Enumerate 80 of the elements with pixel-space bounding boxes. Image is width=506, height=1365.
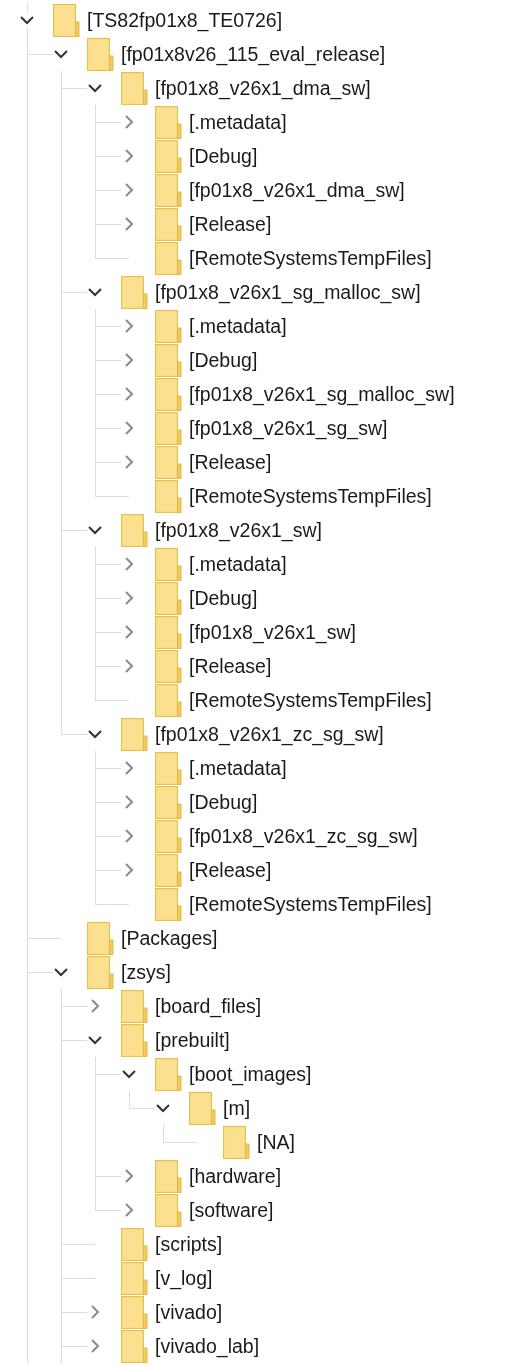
folder-icon (155, 1193, 182, 1227)
folder-name[interactable]: [vivado_lab] (155, 1334, 260, 1358)
folder-icon (155, 1159, 182, 1193)
folder-name[interactable]: [RemoteSystemsTempFiles] (189, 688, 432, 712)
folder-icon (155, 683, 182, 717)
folder-name[interactable]: [Debug] (189, 586, 258, 610)
folder-name[interactable]: [fp01x8_v26x1_dma_sw] (155, 76, 371, 100)
folder-name[interactable]: [TS82fp01x8_TE0726] (87, 8, 283, 32)
folder-name[interactable]: [hardware] (189, 1164, 282, 1188)
folder-name[interactable]: [m] (223, 1096, 251, 1120)
folder-name[interactable]: [Release] (189, 858, 272, 882)
folder-name[interactable]: [fp01x8_v26x1_zc_sg_sw] (155, 722, 384, 746)
folder-icon (189, 1091, 216, 1125)
folder-name[interactable]: [software] (189, 1198, 274, 1222)
folder-icon (53, 3, 80, 37)
folder-name[interactable]: [Debug] (189, 348, 258, 372)
folder-icon (155, 853, 182, 887)
folder-icon (87, 955, 114, 989)
folder-icon (121, 1023, 148, 1057)
folder-icon (155, 139, 182, 173)
folder-name[interactable]: [RemoteSystemsTempFiles] (189, 892, 432, 916)
folder-icon (121, 275, 148, 309)
folder-name[interactable]: [fp01x8_v26x1_zc_sg_sw] (189, 824, 418, 848)
folder-name[interactable]: [v_log] (155, 1266, 213, 1290)
folder-icon (155, 887, 182, 921)
folder-name[interactable]: [fp01x8v26_115_eval_release] (121, 42, 386, 66)
folder-icon (155, 649, 182, 683)
folder-icon (121, 989, 148, 1023)
folder-icon (155, 1057, 182, 1091)
folder-icon (121, 71, 148, 105)
folder-icon (155, 377, 182, 411)
folder-name[interactable]: [.metadata] (189, 756, 287, 780)
folder-icon (121, 1329, 148, 1363)
folder-name[interactable]: [fp01x8_v26x1_sw] (189, 620, 356, 644)
folder-name[interactable]: [vivado] (155, 1300, 223, 1324)
folder-name[interactable]: [.metadata] (189, 314, 287, 338)
folder-name[interactable]: [Debug] (189, 790, 258, 814)
folder-name[interactable]: [zsys] (121, 960, 171, 984)
folder-name[interactable]: [Packages] (121, 926, 218, 950)
folder-name[interactable]: [Release] (189, 212, 272, 236)
folder-icon (155, 309, 182, 343)
folder-icon (223, 1125, 250, 1159)
folder-name[interactable]: [Release] (189, 654, 272, 678)
folder-icon (155, 105, 182, 139)
folder-name[interactable]: [scripts] (155, 1232, 223, 1256)
folder-name[interactable]: [.metadata] (189, 110, 287, 134)
folder-icon (155, 479, 182, 513)
folder-icon (121, 1227, 148, 1261)
folder-icon (155, 207, 182, 241)
folder-icon (155, 411, 182, 445)
folder-name[interactable]: [board_files] (155, 994, 262, 1018)
folder-name[interactable]: [Release] (189, 450, 272, 474)
folder-icon (155, 445, 182, 479)
folder-name[interactable]: [.metadata] (189, 552, 287, 576)
folder-icon (121, 513, 148, 547)
folder-icon (155, 819, 182, 853)
folder-name[interactable]: [prebuilt] (155, 1028, 230, 1052)
folder-icon (155, 241, 182, 275)
folder-icon (121, 717, 148, 751)
folder-icon (87, 37, 114, 71)
folder-icon (155, 785, 182, 819)
folder-icon (155, 343, 182, 377)
folder-name[interactable]: [fp01x8_v26x1_sg_malloc_sw] (155, 280, 421, 304)
folder-icon (87, 921, 114, 955)
folder-icon (121, 1261, 148, 1295)
folder-name[interactable]: [Debug] (189, 144, 258, 168)
folder-name[interactable]: [fp01x8_v26x1_sg_malloc_sw] (189, 382, 455, 406)
folder-icon (155, 615, 182, 649)
folder-icon (155, 173, 182, 207)
folder-icon (155, 547, 182, 581)
folder-name[interactable]: [fp01x8_v26x1_sg_sw] (189, 416, 388, 440)
folder-name[interactable]: [NA] (257, 1130, 295, 1154)
folder-icon (155, 751, 182, 785)
folder-name[interactable]: [fp01x8_v26x1_dma_sw] (189, 178, 405, 202)
folder-icon (155, 581, 182, 615)
folder-name[interactable]: [RemoteSystemsTempFiles] (189, 484, 432, 508)
folder-name[interactable]: [fp01x8_v26x1_sw] (155, 518, 322, 542)
folder-name[interactable]: [RemoteSystemsTempFiles] (189, 246, 432, 270)
folder-icon (121, 1295, 148, 1329)
folder-name[interactable]: [boot_images] (189, 1062, 312, 1086)
